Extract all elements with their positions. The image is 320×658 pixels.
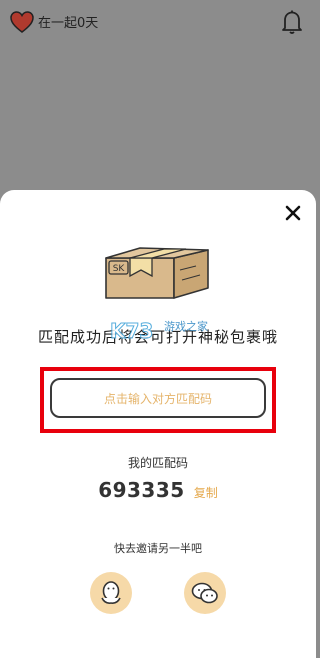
share-qq-button[interactable] <box>90 572 132 614</box>
my-code-row: 693335 复制 <box>0 478 316 502</box>
invite-text: 快去邀请另一半吧 <box>114 542 202 555</box>
my-code-label: 我的匹配码 <box>127 456 188 470</box>
heart-icon <box>10 11 34 33</box>
match-code-sheet: SK 匹配成功后将会可打开神秘包裹哦 K73 游戏之家 点击输入对方匹配码 我的… <box>0 190 316 658</box>
bell-icon[interactable] <box>280 9 304 35</box>
watermark-logo: K73 游戏之家 <box>110 319 209 344</box>
together-days-label: 在一起0天 <box>38 16 99 31</box>
copy-button[interactable]: 复制 <box>194 486 218 500</box>
share-wechat-button[interactable] <box>184 572 226 614</box>
watermark-text: 游戏之家 <box>164 319 208 333</box>
partner-code-input[interactable]: 点击输入对方匹配码 <box>50 378 266 418</box>
my-code-value: 693335 <box>98 478 185 502</box>
wechat-icon <box>191 582 218 604</box>
top-bar: 在一起0天 <box>0 0 316 44</box>
mystery-package-illustration: SK <box>105 247 209 299</box>
box-label: SK <box>113 264 126 274</box>
svg-text:K73: K73 <box>110 319 153 343</box>
qq-icon <box>101 581 121 604</box>
close-icon[interactable] <box>284 204 302 222</box>
